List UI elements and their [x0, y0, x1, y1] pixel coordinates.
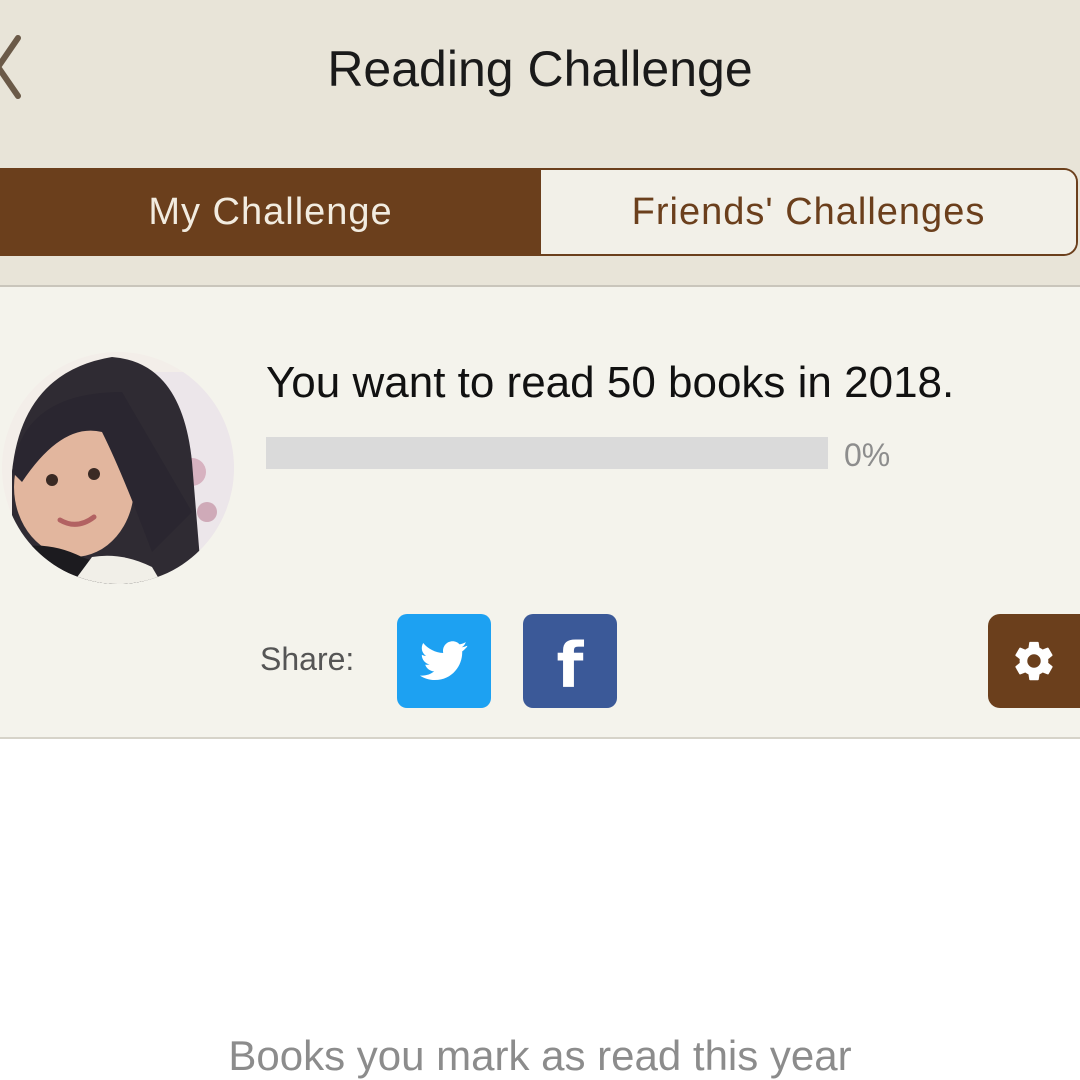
read-books-empty-message: Books you mark as read this year	[228, 1032, 852, 1079]
twitter-icon	[420, 641, 468, 680]
challenge-settings-button[interactable]	[988, 614, 1080, 708]
share-label: Share:	[260, 641, 355, 677]
gear-icon	[1015, 641, 1053, 681]
challenge-goal-text: You want to read 50 books in 2018.	[266, 358, 955, 407]
page-title: Reading Challenge	[327, 41, 753, 97]
tab-friends-challenges[interactable]: Friends' Challenges	[541, 170, 1076, 254]
challenge-tabs: My Challenge Friends' Challenges	[0, 168, 1078, 256]
challenge-progress-label: 0%	[844, 437, 891, 473]
share-twitter-button[interactable]	[397, 614, 491, 708]
challenge-card: You want to read 50 books in 2018. 0% Sh…	[0, 287, 1080, 739]
challenge-progress-bar	[266, 437, 828, 469]
facebook-icon: f	[556, 629, 584, 702]
tab-my-challenge[interactable]: My Challenge	[0, 170, 541, 254]
avatar	[2, 352, 234, 584]
share-facebook-button[interactable]: f	[523, 614, 617, 708]
profile-photo	[2, 352, 234, 584]
navigation-bar: Reading Challenge My Challenge Friends' …	[0, 0, 1080, 287]
